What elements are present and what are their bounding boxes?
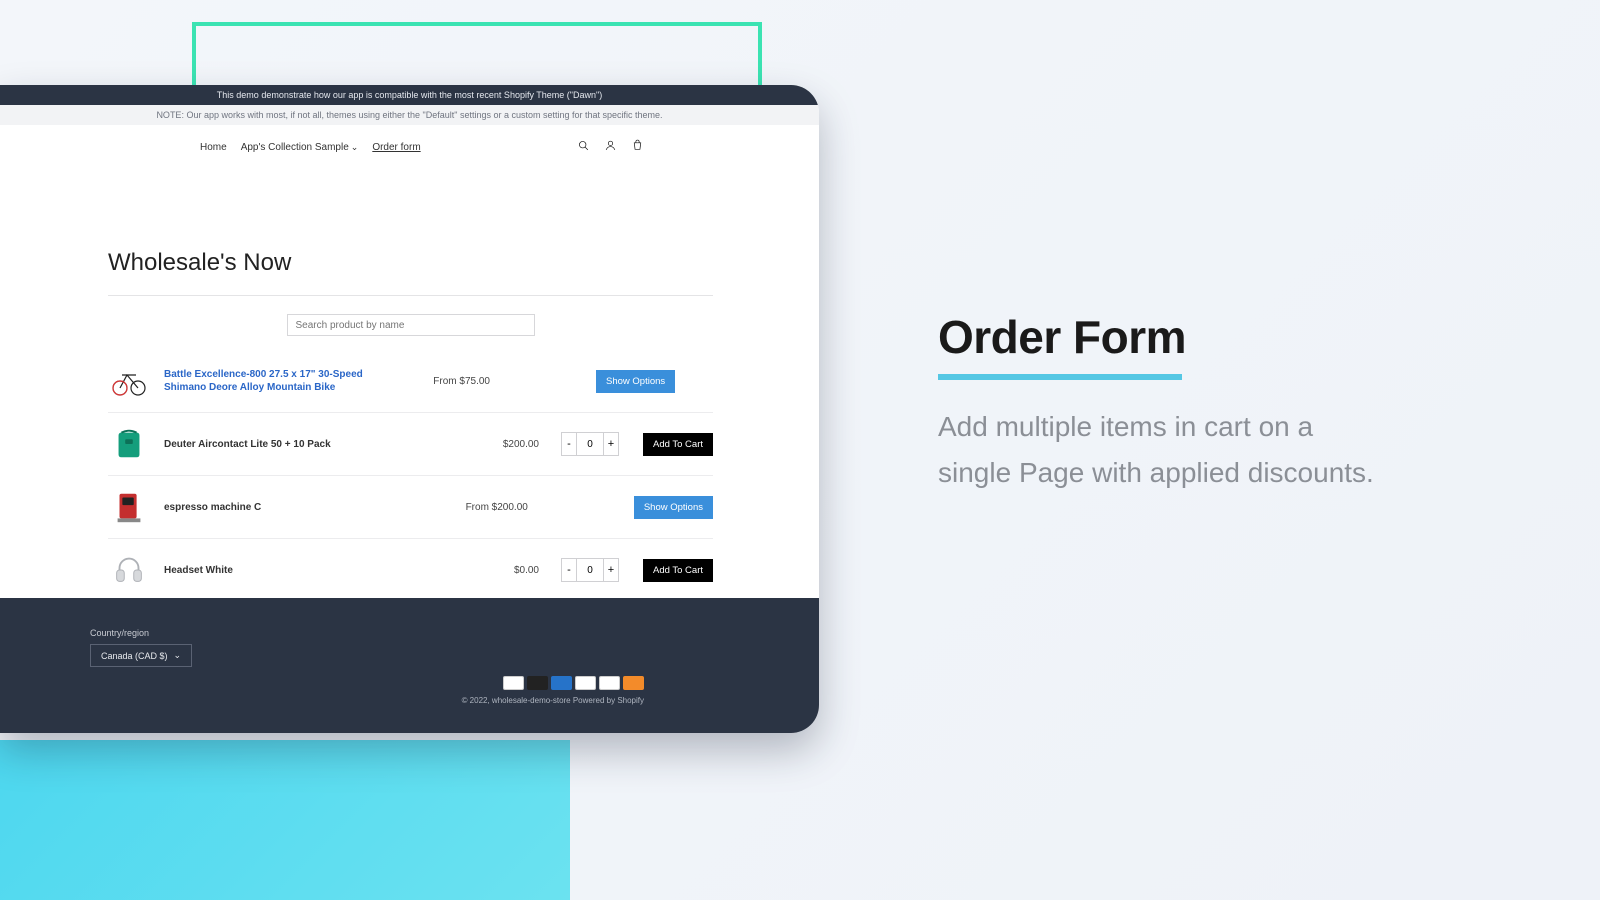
store-nav: Home App's Collection Sample⌄ Order form	[0, 125, 819, 169]
heading-underline	[938, 374, 1182, 380]
qty-increase-button[interactable]: +	[603, 432, 619, 456]
cart-icon[interactable]	[631, 139, 644, 155]
nav-collection-label: App's Collection Sample	[241, 142, 349, 153]
country-region-select[interactable]: Canada (CAD $) ⌄	[90, 644, 192, 667]
qty-decrease-button[interactable]: -	[561, 558, 577, 582]
product-name: Headset White	[164, 565, 443, 576]
add-to-cart-button[interactable]: Add To Cart	[643, 559, 713, 582]
qty-input[interactable]	[577, 432, 603, 456]
country-region-label: Country/region	[90, 628, 729, 638]
marketing-heading: Order Form	[938, 310, 1378, 364]
product-row: espresso machine C From $200.00 Show Opt…	[108, 476, 713, 539]
discover-icon	[623, 676, 644, 690]
account-icon[interactable]	[604, 139, 617, 155]
search-icon[interactable]	[577, 139, 590, 155]
product-price: From $200.00	[446, 502, 528, 513]
show-options-button[interactable]: Show Options	[634, 496, 713, 519]
copyright-text: © 2022, wholesale-demo-store Powered by …	[462, 696, 644, 705]
product-thumbnail	[108, 423, 150, 465]
product-name-link[interactable]: Battle Excellence-800 27.5 x 17" 30-Spee…	[164, 368, 394, 395]
quantity-stepper: - +	[561, 558, 619, 582]
qty-decrease-button[interactable]: -	[561, 432, 577, 456]
product-thumbnail	[108, 360, 150, 402]
product-price: $0.00	[457, 565, 539, 576]
quantity-stepper: - +	[561, 432, 619, 456]
product-row: Deuter Aircontact Lite 50 + 10 Pack $200…	[108, 413, 713, 476]
product-name: Deuter Aircontact Lite 50 + 10 Pack	[164, 439, 443, 450]
banner-light: NOTE: Our app works with most, if not al…	[0, 105, 819, 125]
marketing-body: Add multiple items in cart on a single P…	[938, 404, 1378, 496]
add-to-cart-button[interactable]: Add To Cart	[643, 433, 713, 456]
mastercard-icon	[527, 676, 548, 690]
nav-home[interactable]: Home	[200, 142, 227, 153]
visa-icon	[503, 676, 524, 690]
banner-dark: This demo demonstrate how our app is com…	[0, 85, 819, 105]
chevron-down-icon: ⌄	[174, 650, 182, 661]
store-footer: Country/region Canada (CAD $) ⌄ © 2022, …	[0, 598, 819, 733]
nav-collection-sample[interactable]: App's Collection Sample⌄	[241, 142, 359, 153]
product-price: $200.00	[457, 439, 539, 450]
product-thumbnail	[108, 549, 150, 591]
marketing-panel: Order Form Add multiple items in cart on…	[938, 310, 1378, 496]
country-region-value: Canada (CAD $)	[101, 651, 168, 661]
paypal-icon	[575, 676, 596, 690]
product-row: Battle Excellence-800 27.5 x 17" 30-Spee…	[108, 350, 713, 413]
payment-badges	[503, 676, 644, 690]
page-content: Wholesale's Now Battle Excellence-800 27…	[0, 169, 819, 631]
product-row: Headset White $0.00 - + Add To Cart	[108, 539, 713, 601]
qty-increase-button[interactable]: +	[603, 558, 619, 582]
page-title: Wholesale's Now	[108, 249, 713, 277]
show-options-button[interactable]: Show Options	[596, 370, 675, 393]
amex-icon	[551, 676, 572, 690]
chevron-down-icon: ⌄	[351, 142, 359, 153]
product-name: espresso machine C	[164, 502, 432, 513]
tablet-frame: This demo demonstrate how our app is com…	[0, 85, 819, 733]
product-thumbnail	[108, 486, 150, 528]
qty-input[interactable]	[577, 558, 603, 582]
divider	[108, 295, 713, 296]
nav-order-form[interactable]: Order form	[372, 142, 420, 153]
search-input[interactable]	[287, 314, 535, 336]
decor-cyan-block	[0, 740, 570, 900]
product-price: From $75.00	[408, 376, 490, 387]
diners-icon	[599, 676, 620, 690]
